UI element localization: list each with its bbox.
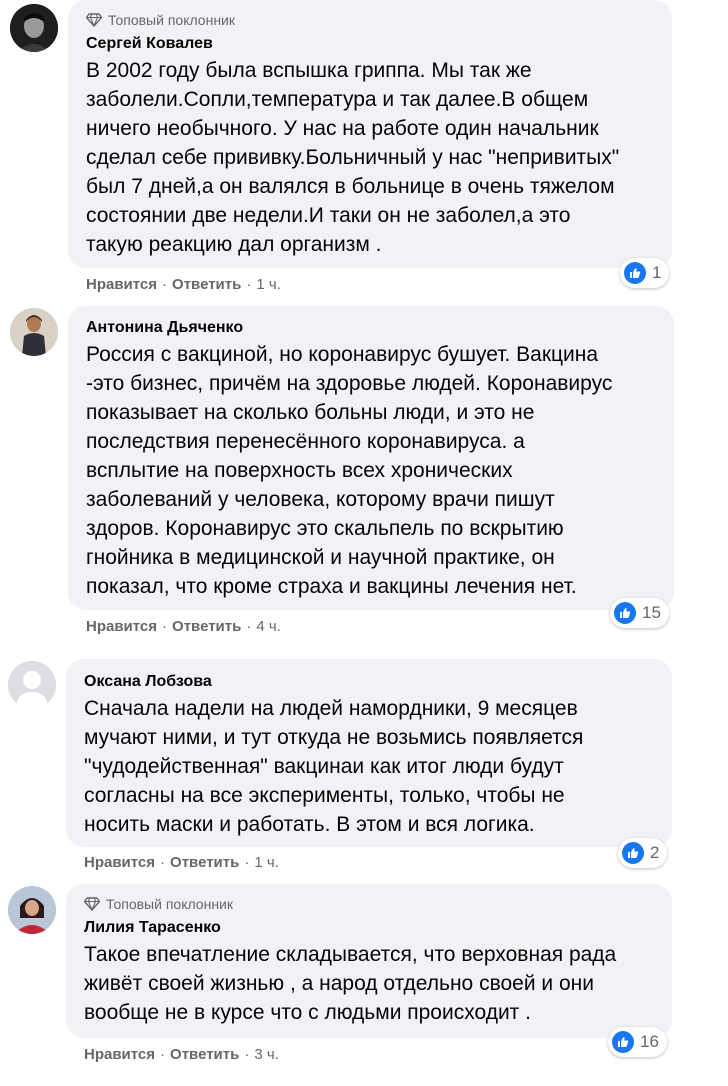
separator-dot: ·	[244, 1046, 250, 1063]
top-fan-badge: Топовый поклонник	[84, 894, 656, 914]
separator-dot: ·	[162, 618, 168, 635]
comment-text: Россия с вакциной, но коронавирус бушует…	[86, 343, 613, 598]
comment-bubble: Оксана Лобзова Сначала надели на людей н…	[66, 659, 672, 847]
like-button[interactable]: Нравится	[84, 854, 155, 871]
reaction-count[interactable]: 16	[608, 1027, 667, 1057]
avatar[interactable]	[10, 4, 58, 52]
thumbs-up-icon	[612, 1031, 634, 1053]
thumbs-up-icon	[622, 842, 644, 864]
like-button[interactable]: Нравится	[86, 276, 157, 293]
diamond-icon	[86, 13, 102, 27]
separator-dot: ·	[162, 276, 168, 293]
avatar-photo	[10, 4, 58, 52]
reaction-count[interactable]: 2	[618, 838, 668, 868]
comment-author[interactable]: Сергей Ковалев	[86, 34, 656, 54]
comment-timestamp[interactable]: 3 ч.	[254, 1046, 279, 1063]
thumbs-up-icon	[614, 602, 636, 624]
badge-label: Топовый поклонник	[106, 896, 233, 912]
comment-timestamp[interactable]: 1 ч.	[256, 276, 281, 293]
reply-button[interactable]: Ответить	[170, 854, 239, 871]
reply-button[interactable]: Ответить	[172, 618, 241, 635]
separator-dot: ·	[246, 276, 252, 293]
reaction-count-label: 1	[652, 263, 662, 282]
like-button[interactable]: Нравится	[84, 1046, 155, 1063]
comment-text: Такое впечатление складывается, что верх…	[84, 943, 617, 1024]
default-avatar-icon	[8, 661, 56, 709]
like-button[interactable]: Нравится	[86, 618, 157, 635]
reaction-count[interactable]: 1	[620, 258, 670, 288]
separator-dot: ·	[160, 1046, 166, 1063]
comment-timestamp[interactable]: 4 ч.	[256, 618, 281, 635]
avatar[interactable]	[8, 661, 56, 709]
comment-actions: Нравится · Ответить · 1 ч.	[86, 276, 281, 293]
comment-actions: Нравится · Ответить · 4 ч.	[86, 618, 281, 635]
thumbs-up-icon	[624, 262, 646, 284]
comment-author[interactable]: Лилия Тарасенко	[84, 918, 656, 938]
comment-author[interactable]: Антонина Дьяченко	[86, 318, 658, 338]
reaction-count[interactable]: 15	[610, 598, 669, 628]
badge-label: Топовый поклонник	[108, 12, 235, 28]
avatar[interactable]	[8, 886, 56, 934]
separator-dot: ·	[160, 854, 166, 871]
comment-author[interactable]: Оксана Лобзова	[84, 672, 656, 692]
comment-bubble: Антонина Дьяченко Россия с вакциной, но …	[68, 306, 674, 610]
comment-text: Сначала надели на людей намордники, 9 ме…	[84, 697, 584, 836]
comment-timestamp[interactable]: 1 ч.	[254, 854, 279, 871]
avatar[interactable]	[10, 308, 58, 356]
comment-bubble: Топовый поклонник Сергей Ковалев В 2002 …	[68, 0, 672, 268]
reaction-count-label: 2	[650, 843, 660, 862]
separator-dot: ·	[244, 854, 250, 871]
comment-actions: Нравится · Ответить · 3 ч.	[84, 1046, 279, 1063]
comment-bubble: Топовый поклонник Лилия Тарасенко Такое …	[66, 884, 672, 1038]
reply-button[interactable]: Ответить	[170, 1046, 239, 1063]
reaction-count-label: 15	[642, 603, 661, 622]
separator-dot: ·	[246, 618, 252, 635]
reply-button[interactable]: Ответить	[172, 276, 241, 293]
reaction-count-label: 16	[640, 1032, 659, 1051]
comment-text: В 2002 году была вспышка гриппа. Мы так …	[86, 59, 620, 256]
top-fan-badge: Топовый поклонник	[86, 10, 656, 30]
avatar-photo	[8, 886, 56, 934]
avatar-photo	[10, 308, 58, 356]
comment-actions: Нравится · Ответить · 1 ч.	[84, 854, 279, 871]
diamond-icon	[84, 897, 100, 911]
